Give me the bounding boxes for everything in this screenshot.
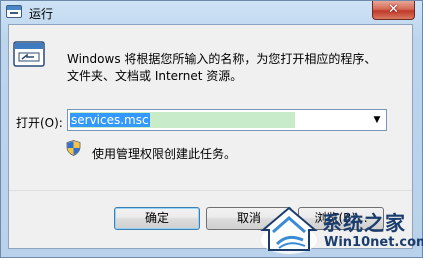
run-app-icon (6, 5, 22, 18)
dialog-message: Windows 将根据您所输入的名称，为您打开相应的程序、 文件夹、文档或 In… (67, 51, 376, 85)
run-app-icon (13, 41, 45, 67)
watermark-brand: 系统之家 (322, 211, 406, 235)
message-line-1: Windows 将根据您所输入的名称，为您打开相应的程序、 (67, 52, 377, 66)
close-button[interactable]: ✕ (372, 1, 415, 20)
separator (9, 190, 412, 191)
watermark-url: Win10net.com (324, 235, 423, 250)
close-icon: ✕ (388, 2, 399, 17)
open-label: 打开(O): (16, 116, 63, 130)
admin-notice: 使用管理权限创建此任务。 (92, 147, 237, 161)
open-input-value: services.msc (70, 113, 150, 127)
message-line-2: 文件夹、文档或 Internet 资源。 (67, 69, 243, 83)
title-bar[interactable]: 运行 ✕ (1, 1, 422, 25)
ok-button[interactable]: 确定 (114, 207, 200, 230)
watermark: 系统之家 Win10net.com (259, 200, 423, 258)
chevron-down-icon: ▼ (373, 115, 381, 125)
dropdown-button[interactable]: ▼ (368, 110, 386, 130)
window-title: 运行 (29, 7, 54, 21)
house-logo-icon (260, 206, 318, 254)
open-input[interactable]: services.msc (70, 112, 295, 128)
uac-shield-icon (66, 140, 81, 156)
open-combobox[interactable]: services.msc ▼ (67, 109, 387, 131)
